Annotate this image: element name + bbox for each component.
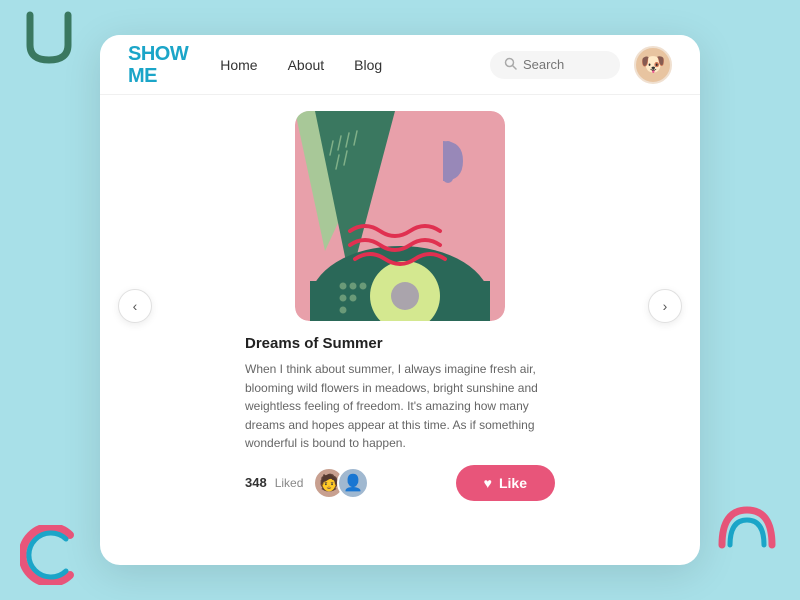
next-button[interactable]: › bbox=[648, 289, 682, 323]
deco-arch-shape bbox=[717, 505, 772, 545]
post-title: Dreams of Summer bbox=[245, 335, 555, 352]
nav-about[interactable]: About bbox=[288, 57, 325, 73]
artwork-frame bbox=[295, 111, 505, 321]
liked-count: 348 bbox=[245, 475, 267, 490]
deco-u-shape bbox=[18, 10, 78, 60]
search-bar bbox=[490, 51, 620, 79]
like-button[interactable]: ♥ Like bbox=[456, 465, 555, 501]
search-input[interactable] bbox=[523, 57, 608, 72]
liked-section: 348 Liked 🧑 👤 bbox=[245, 467, 369, 499]
prev-button[interactable]: ‹ bbox=[118, 289, 152, 323]
nav-home[interactable]: Home bbox=[220, 57, 257, 73]
navbar: SHOW ME Home About Blog 🐶 bbox=[100, 35, 700, 95]
content-area: ‹ bbox=[100, 95, 700, 501]
liked-label: Liked bbox=[275, 476, 304, 490]
post-info: Dreams of Summer When I think about summ… bbox=[245, 321, 555, 501]
nav-blog[interactable]: Blog bbox=[354, 57, 382, 73]
logo: SHOW ME bbox=[128, 43, 188, 87]
search-icon bbox=[504, 57, 517, 73]
main-card: SHOW ME Home About Blog 🐶 ‹ bbox=[100, 35, 700, 565]
liked-avatar-2: 👤 bbox=[337, 467, 369, 499]
post-footer: 348 Liked 🧑 👤 ♥ Like bbox=[245, 465, 555, 501]
nav-links: Home About Blog bbox=[220, 57, 490, 73]
deco-c-shape bbox=[20, 525, 75, 580]
avatar[interactable]: 🐶 bbox=[634, 46, 672, 84]
heart-icon: ♥ bbox=[484, 475, 492, 491]
liked-avatars: 🧑 👤 bbox=[313, 467, 369, 499]
post-description: When I think about summer, I always imag… bbox=[245, 360, 555, 453]
art-card: Dreams of Summer When I think about summ… bbox=[152, 111, 648, 501]
